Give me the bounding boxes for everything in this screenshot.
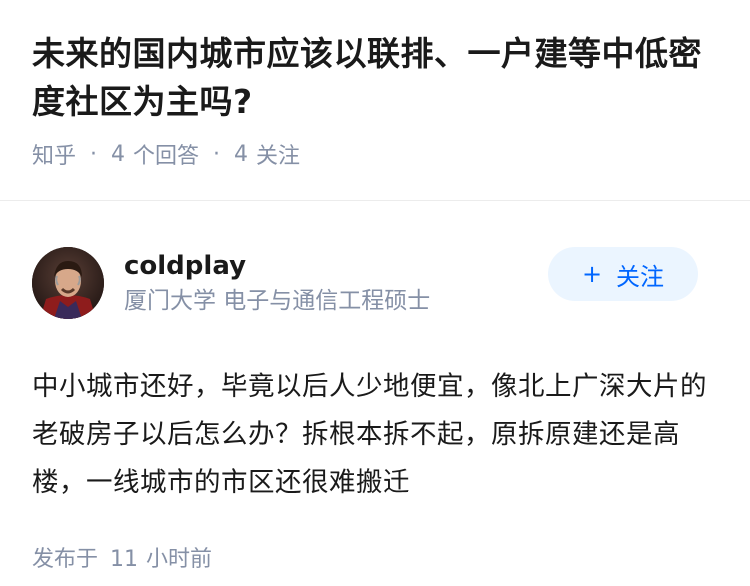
meta-separator: · — [213, 141, 221, 167]
question-title[interactable]: 未来的国内城市应该以联排、一户建等中低密度社区为主吗? — [32, 30, 718, 126]
post-time-suffix: 小时前 — [146, 547, 213, 572]
question-meta: 知乎 · 4 个回答 · 4 关注 — [32, 138, 718, 170]
follow-count: 4 — [234, 141, 249, 167]
source-label[interactable]: 知乎 — [32, 138, 76, 170]
avatar[interactable] — [32, 247, 104, 319]
plus-icon: + — [581, 260, 603, 288]
meta-separator: · — [90, 141, 98, 167]
post-time-value: 11 — [110, 547, 139, 572]
author-name[interactable]: coldplay — [124, 249, 430, 283]
follow-button[interactable]: + 关注 — [548, 247, 698, 301]
question-header: 未来的国内城市应该以联排、一户建等中低密度社区为主吗? 知乎 · 4 个回答 ·… — [0, 0, 750, 170]
author-info: coldplay 厦门大学 电子与通信工程硕士 — [124, 249, 430, 317]
answer-count-label[interactable]: 个回答 — [133, 138, 199, 170]
divider — [0, 200, 750, 201]
post-time-prefix: 发布于 — [32, 547, 99, 572]
author-description: 厦门大学 电子与通信工程硕士 — [124, 288, 431, 314]
post-time: 发布于 11 小时前 — [32, 541, 718, 573]
answer-card: coldplay 厦门大学 电子与通信工程硕士 + 关注 中小城市还好，毕竟以后… — [0, 233, 750, 573]
user-avatar-icon — [32, 247, 104, 319]
answer-content[interactable]: 中小城市还好，毕竟以后人少地便宜，像北上广深大片的老破房子以后怎么办？拆根本拆不… — [32, 363, 718, 507]
follow-count-label: 关注 — [256, 144, 301, 169]
follow-button-label: 关注 — [616, 262, 665, 291]
author-row: coldplay 厦门大学 电子与通信工程硕士 + 关注 — [32, 233, 718, 333]
answer-count: 4 — [111, 141, 126, 167]
